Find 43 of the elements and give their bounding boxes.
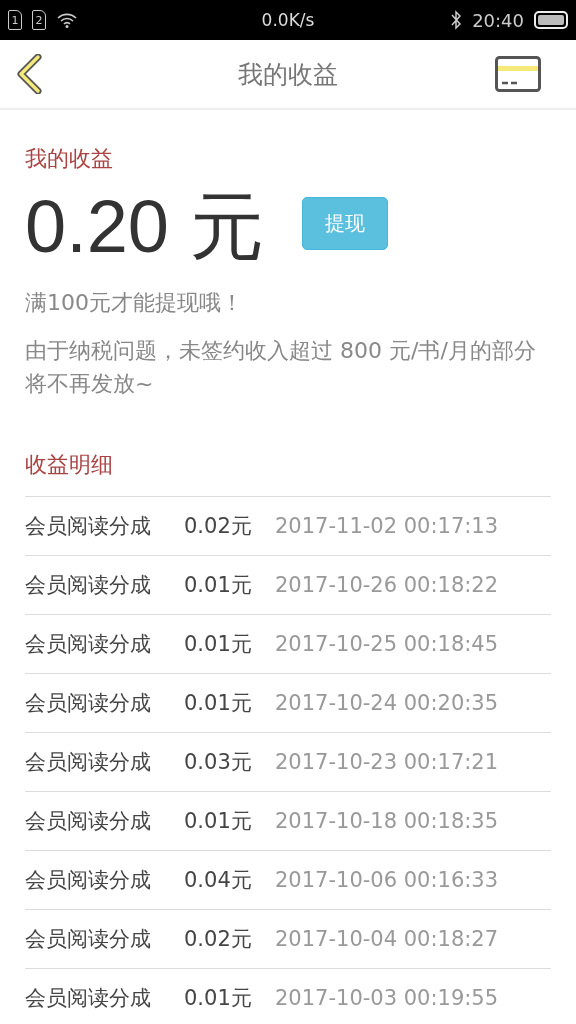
income-amount: 0.04元: [184, 867, 253, 894]
income-amount: 0.03元: [184, 749, 253, 776]
income-type: 会员阅读分成: [25, 926, 152, 953]
income-type: 会员阅读分成: [25, 690, 152, 717]
income-time: 2017-10-25 00:18:45: [275, 632, 499, 656]
income-type: 会员阅读分成: [25, 572, 152, 599]
income-type: 会员阅读分成: [25, 749, 152, 776]
tax-notice: 由于纳税问题，未签约收入超过 800 元/书/月的部分将不再发放~: [25, 337, 537, 398]
income-type: 会员阅读分成: [25, 808, 152, 835]
income-type: 会员阅读分成: [25, 985, 152, 1012]
income-type: 会员阅读分成: [25, 867, 152, 894]
income-amount: 0.02元: [184, 513, 253, 540]
income-time: 2017-10-26 00:18:22: [275, 573, 499, 597]
income-time: 2017-10-03 00:19:55: [275, 986, 499, 1010]
income-amount: 0.01元: [184, 985, 253, 1012]
income-amount: 0.02元: [184, 926, 253, 953]
network-speed: 0.0K/s: [261, 10, 315, 30]
clock: 20:40: [472, 9, 524, 31]
section-heading: 我的收益: [25, 145, 114, 173]
income-amount: 0.01元: [184, 631, 253, 658]
income-amount: 0.01元: [184, 572, 253, 599]
back-icon[interactable]: [16, 54, 42, 94]
income-amount: 0.01元: [184, 690, 253, 717]
withdraw-button[interactable]: 提现: [301, 196, 388, 250]
income-time: 2017-10-04 00:18:27: [275, 927, 499, 951]
battery-icon: [534, 11, 568, 29]
income-time: 2017-11-02 00:17:13: [275, 514, 499, 538]
income-time: 2017-10-24 00:20:35: [275, 691, 499, 715]
income-time: 2017-10-23 00:17:21: [275, 750, 499, 774]
bank-card-icon[interactable]: [495, 56, 541, 92]
income-type: 会员阅读分成: [25, 631, 152, 658]
wifi-icon: [56, 12, 78, 28]
income-type: 会员阅读分成: [25, 513, 152, 540]
bluetooth-icon: [450, 10, 463, 30]
page-title: 我的收益: [238, 58, 338, 91]
income-time: 2017-10-06 00:16:33: [275, 868, 499, 892]
income-time: 2017-10-18 00:18:35: [275, 809, 499, 833]
withdraw-note: 满100元才能提现哦！: [25, 289, 244, 317]
earnings-amount: 0.20 元: [25, 190, 264, 264]
sim-card-icon: 2: [32, 10, 46, 30]
income-amount: 0.01元: [184, 808, 253, 835]
sim-card-icon: 1: [8, 10, 22, 30]
section-heading: 收益明细: [25, 451, 114, 479]
